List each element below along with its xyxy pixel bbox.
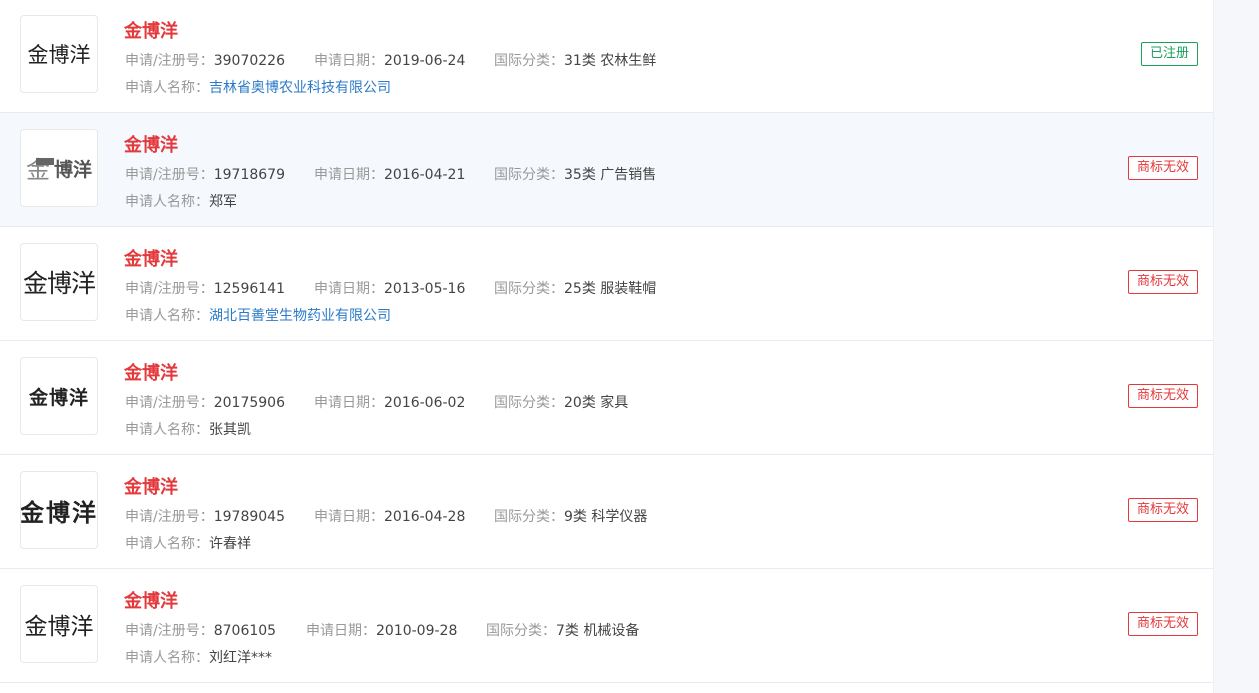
trademark-logo[interactable]: 金博洋 bbox=[20, 471, 98, 549]
applicant-value: 刘红洋*** bbox=[209, 650, 272, 666]
intl-class-value: 31类 农林生鲜 bbox=[564, 53, 657, 69]
trademark-name[interactable]: 金博洋 bbox=[124, 17, 178, 43]
intl-class-label: 国际分类： bbox=[494, 395, 564, 411]
app-date-value: 2019-06-24 bbox=[384, 53, 466, 69]
trademark-logo[interactable]: 金博洋 bbox=[20, 243, 98, 321]
app-date-value: 2013-05-16 bbox=[384, 281, 466, 297]
applicant-label: 申请人名称： bbox=[125, 308, 209, 324]
logo-text: 金博洋 bbox=[27, 43, 91, 67]
status-badge: 商标无效 bbox=[1127, 156, 1198, 180]
trademark-row[interactable]: 金博洋 金博洋 申请/注册号：19789045 申请日期：2016-04-28 … bbox=[0, 455, 1213, 569]
applicant-link[interactable]: 吉林省奥博农业科技有限公司 bbox=[209, 80, 391, 96]
reg-no-value: 20175906 bbox=[213, 395, 285, 411]
applicant-link[interactable]: 湖北百善堂生物药业有限公司 bbox=[209, 308, 391, 324]
reg-no-label: 申请/注册号： bbox=[125, 167, 214, 183]
logo-text: 金博洋 bbox=[22, 269, 96, 298]
applicant-label: 申请人名称： bbox=[125, 422, 209, 438]
applicant-label: 申请人名称： bbox=[125, 80, 209, 96]
intl-class-value: 25类 服装鞋帽 bbox=[564, 281, 657, 297]
applicant-label: 申请人名称： bbox=[125, 650, 209, 666]
applicant-value: 郑军 bbox=[209, 194, 237, 210]
logo-image: 金博洋 bbox=[26, 155, 92, 182]
app-date-value: 2016-06-02 bbox=[384, 395, 466, 411]
applicant-value: 许春祥 bbox=[209, 536, 251, 552]
logo-text: 金博洋 bbox=[20, 497, 98, 527]
app-date-label: 申请日期： bbox=[314, 395, 384, 411]
status-badge: 商标无效 bbox=[1127, 270, 1198, 294]
reg-no-value: 8706105 bbox=[213, 623, 277, 639]
trademark-logo[interactable]: 金博洋 bbox=[20, 15, 98, 93]
intl-class-value: 20类 家具 bbox=[564, 395, 629, 411]
reg-no-value: 19718679 bbox=[213, 167, 285, 183]
trademark-row[interactable]: 金博洋 金博洋 申请/注册号：39070226 申请日期：2019-06-24 … bbox=[0, 0, 1213, 113]
trademark-name[interactable]: 金博洋 bbox=[124, 245, 178, 271]
trademark-logo[interactable]: 金博洋 bbox=[20, 357, 98, 435]
intl-class-label: 国际分类： bbox=[494, 53, 564, 69]
trademark-logo[interactable]: 金博洋 bbox=[20, 585, 98, 663]
reg-no-label: 申请/注册号： bbox=[125, 623, 214, 639]
app-date-value: 2016-04-28 bbox=[384, 509, 466, 525]
app-date-label: 申请日期： bbox=[314, 167, 384, 183]
applicant-label: 申请人名称： bbox=[125, 194, 209, 210]
reg-no-value: 12596141 bbox=[213, 281, 285, 297]
reg-no-label: 申请/注册号： bbox=[125, 53, 214, 69]
reg-no-value: 39070226 bbox=[213, 53, 285, 69]
applicant-value: 张其凯 bbox=[209, 422, 251, 438]
trademark-row[interactable]: 金博洋 金博洋 申请/注册号：8706105 申请日期：2010-09-28 国… bbox=[0, 569, 1213, 683]
reg-no-label: 申请/注册号： bbox=[125, 281, 214, 297]
logo-text: 博洋 bbox=[53, 158, 92, 181]
app-date-label: 申请日期： bbox=[314, 509, 384, 525]
trademark-name[interactable]: 金博洋 bbox=[124, 359, 178, 385]
app-date-label: 申请日期： bbox=[306, 623, 376, 639]
trademark-row[interactable]: 金博洋 金博洋 申请/注册号：19718679 申请日期：2016-04-21 … bbox=[0, 113, 1213, 227]
status-badge: 商标无效 bbox=[1127, 498, 1198, 522]
logo-text: 金博洋 bbox=[24, 614, 94, 640]
intl-class-value: 35类 广告销售 bbox=[564, 167, 657, 183]
trademark-name[interactable]: 金博洋 bbox=[124, 131, 178, 157]
trademark-logo[interactable]: 金博洋 bbox=[20, 129, 98, 207]
reg-no-label: 申请/注册号： bbox=[125, 509, 214, 525]
applicant-label: 申请人名称： bbox=[125, 536, 209, 552]
trademark-row[interactable]: 金博洋 金博洋 申请/注册号：20175906 申请日期：2016-06-02 … bbox=[0, 341, 1213, 455]
reg-no-value: 19789045 bbox=[213, 509, 285, 525]
app-date-value: 2010-09-28 bbox=[376, 623, 458, 639]
right-gutter bbox=[1213, 0, 1259, 693]
intl-class-label: 国际分类： bbox=[494, 167, 564, 183]
intl-class-label: 国际分类： bbox=[486, 623, 556, 639]
trademark-name[interactable]: 金博洋 bbox=[124, 473, 178, 499]
trademark-list: 金博洋 金博洋 申请/注册号：39070226 申请日期：2019-06-24 … bbox=[0, 0, 1213, 693]
logo-text: 金博洋 bbox=[28, 386, 89, 409]
reg-no-label: 申请/注册号： bbox=[125, 395, 214, 411]
status-badge: 商标无效 bbox=[1127, 384, 1198, 408]
intl-class-value: 7类 机械设备 bbox=[556, 623, 640, 639]
app-date-value: 2016-04-21 bbox=[384, 167, 466, 183]
status-badge: 商标无效 bbox=[1127, 612, 1198, 636]
app-date-label: 申请日期： bbox=[314, 281, 384, 297]
trademark-name[interactable]: 金博洋 bbox=[124, 587, 178, 613]
logo-tag-shape bbox=[35, 157, 54, 165]
app-date-label: 申请日期： bbox=[314, 53, 384, 69]
trademark-row[interactable]: 金博洋 金博洋 申请/注册号：12596141 申请日期：2013-05-16 … bbox=[0, 227, 1213, 341]
status-badge: 已注册 bbox=[1140, 42, 1198, 66]
intl-class-value: 9类 科学仪器 bbox=[564, 509, 648, 525]
intl-class-label: 国际分类： bbox=[494, 281, 564, 297]
intl-class-label: 国际分类： bbox=[494, 509, 564, 525]
